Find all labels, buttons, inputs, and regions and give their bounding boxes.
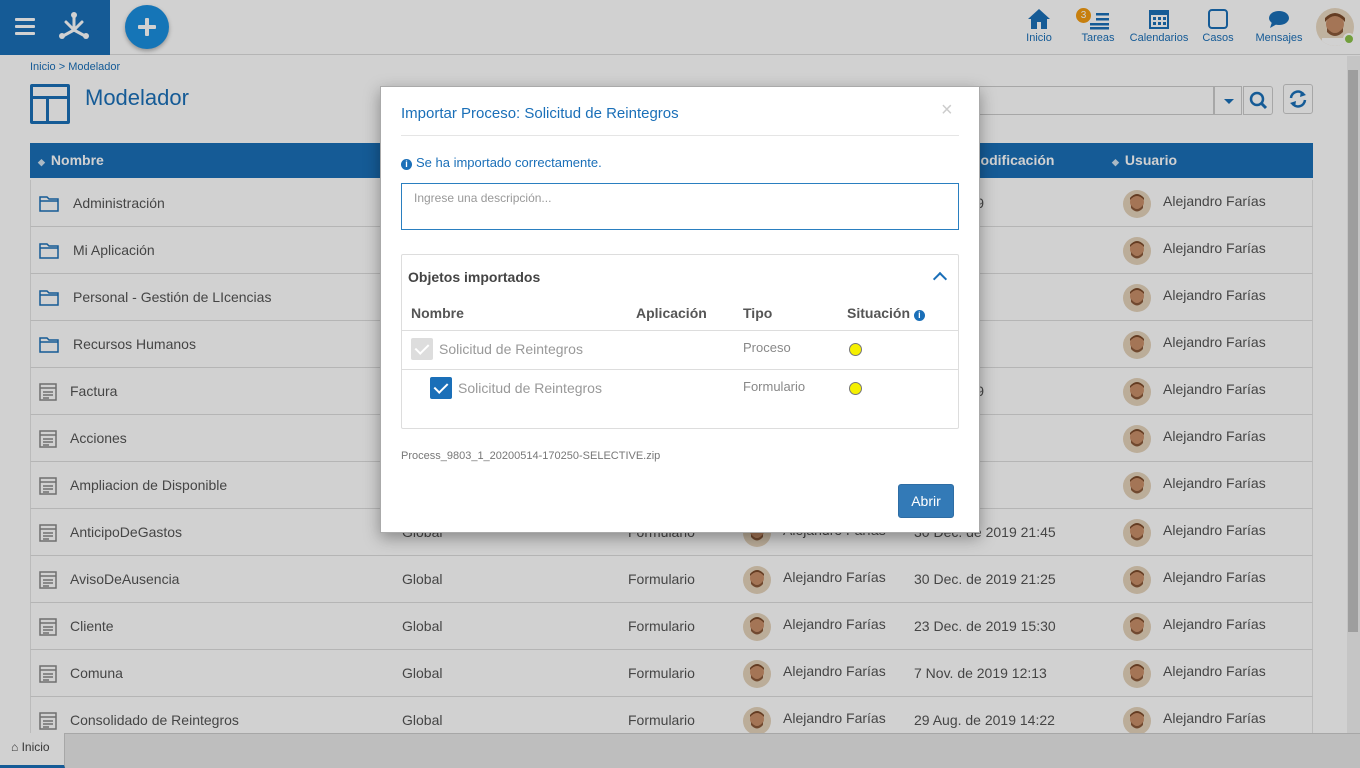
divider: [402, 369, 958, 370]
col-situacion: Situación i: [847, 305, 929, 321]
col-aplicacion: Aplicación: [636, 305, 707, 321]
info-icon: i: [401, 159, 412, 170]
divider: [401, 135, 959, 136]
success-message: i Se ha importado correctamente.: [401, 155, 602, 170]
item-name: Solicitud de Reintegros: [458, 380, 602, 396]
col-tipo: Tipo: [743, 305, 773, 321]
divider: [402, 330, 958, 331]
import-dialog: Importar Proceso: Solicitud de Reintegro…: [380, 86, 980, 533]
item-tipo: Proceso: [743, 340, 791, 355]
file-name: Process_9803_1_20200514-170250-SELECTIVE…: [401, 450, 661, 462]
col-situacion-label: Situación: [847, 305, 911, 321]
checkbox-formulario[interactable]: [430, 377, 452, 399]
open-button[interactable]: Abrir: [898, 484, 954, 518]
success-message-text: Se ha importado correctamente.: [416, 155, 602, 170]
close-icon[interactable]: ×: [941, 99, 953, 122]
imported-objects-panel: Objetos importados Nombre Aplicación Tip…: [401, 254, 959, 429]
checkbox-proceso: [411, 338, 433, 360]
dialog-title: Importar Proceso: Solicitud de Reintegro…: [401, 105, 679, 122]
info-icon[interactable]: i: [913, 310, 925, 321]
status-dot: [849, 343, 862, 356]
item-name: Solicitud de Reintegros: [439, 341, 583, 357]
description-input[interactable]: Ingrese una descripción...: [401, 183, 959, 230]
item-tipo: Formulario: [743, 379, 806, 394]
status-dot: [849, 382, 862, 395]
chevron-up-icon[interactable]: [932, 271, 948, 287]
col-nombre: Nombre: [411, 305, 464, 321]
panel-title: Objetos importados: [408, 269, 541, 285]
